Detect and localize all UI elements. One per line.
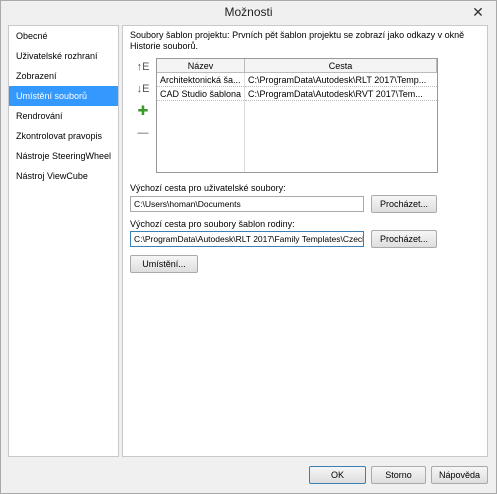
column-header-path[interactable]: Cesta <box>245 59 437 73</box>
sidebar-item-umisteni-souboru[interactable]: Umístění souborů <box>9 86 118 106</box>
move-down-icon[interactable]: ↓E <box>136 82 150 96</box>
window-title: Možnosti <box>224 5 273 19</box>
move-up-icon[interactable]: ↑E <box>136 60 150 74</box>
table-row-name[interactable]: CAD Studio šablona <box>157 87 244 101</box>
cancel-button[interactable]: Storno <box>371 466 426 484</box>
help-button[interactable]: Nápověda <box>431 466 488 484</box>
sidebar-item-uzivatelske-rozhrani[interactable]: Uživatelské rozhraní <box>9 46 118 66</box>
places-button[interactable]: Umístění... <box>130 255 198 273</box>
family-path-label: Výchozí cesta pro soubory šablon rodiny: <box>130 219 295 229</box>
sidebar-item-steeringwheel[interactable]: Nástroje SteeringWheel <box>9 146 118 166</box>
user-path-input[interactable]: C:\Users\homan\Documents <box>130 196 364 212</box>
ok-button[interactable]: OK <box>309 466 366 484</box>
remove-icon[interactable]: — <box>136 126 150 140</box>
family-path-input[interactable]: C:\ProgramData\Autodesk\RLT 2017\Family … <box>130 231 364 247</box>
sidebar-item-viewcube[interactable]: Nástroj ViewCube <box>9 166 118 186</box>
templates-description: Soubory šablon projektu: Prvních pět šab… <box>130 30 465 51</box>
sidebar-item-rendrovani[interactable]: Rendrování <box>9 106 118 126</box>
sidebar-item-obecne[interactable]: Obecné <box>9 26 118 46</box>
table-row-name[interactable]: Architektonická ša... <box>157 73 244 87</box>
add-icon[interactable]: ✚ <box>136 104 150 118</box>
browse-user-path-button[interactable]: Procházet... <box>371 195 437 213</box>
user-path-label: Výchozí cesta pro uživatelské soubory: <box>130 183 286 193</box>
close-icon[interactable]: ✕ <box>467 2 489 22</box>
sidebar-item-pravopis[interactable]: Zkontrolovat pravopis <box>9 126 118 146</box>
table-row-path[interactable]: C:\ProgramData\Autodesk\RLT 2017\Temp... <box>245 73 437 87</box>
browse-family-path-button[interactable]: Procházet... <box>371 230 437 248</box>
column-header-name[interactable]: Název <box>157 59 245 73</box>
table-row-path[interactable]: C:\ProgramData\Autodesk\RVT 2017\Tem... <box>245 87 437 101</box>
sidebar-item-zobrazeni[interactable]: Zobrazení <box>9 66 118 86</box>
